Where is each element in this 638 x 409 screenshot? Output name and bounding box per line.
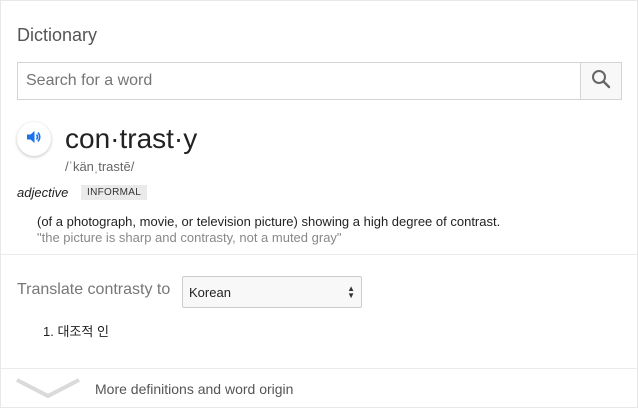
search-input[interactable] [18, 63, 580, 99]
search-button[interactable] [580, 63, 621, 99]
chevron-down-icon [15, 377, 81, 404]
headword: con·trast·y [65, 123, 198, 154]
definition-example: "the picture is sharp and contrasty, not… [37, 230, 342, 245]
speaker-icon [25, 128, 43, 151]
dictionary-card: Dictionary con·trast·y /ˈkänˌtrastē/ adj… [0, 0, 638, 408]
pronunciation-audio-button[interactable] [17, 122, 51, 156]
language-select[interactable]: Korean ▲ ▼ [182, 276, 362, 308]
definition-text: (of a photograph, movie, or television p… [37, 214, 501, 229]
divider [1, 254, 638, 255]
select-caret-icon: ▲ ▼ [347, 284, 355, 300]
translate-label: Translate contrasty to [17, 281, 171, 298]
language-select-value: Korean [189, 284, 231, 300]
search-icon [591, 69, 611, 94]
part-of-speech: adjective [17, 185, 69, 200]
translation-number: 1. [43, 324, 54, 339]
more-definitions-link[interactable]: More definitions and word origin [1, 369, 638, 409]
card-title: Dictionary [17, 25, 98, 45]
translation-text: 대조적 인 [57, 324, 109, 339]
translation-item: 1. 대조적 인 [43, 321, 109, 340]
more-definitions-label: More definitions and word origin [95, 381, 294, 397]
pronunciation: /ˈkänˌtrastē/ [65, 159, 135, 174]
usage-label-badge: INFORMAL [81, 185, 148, 200]
search-box [17, 62, 622, 100]
